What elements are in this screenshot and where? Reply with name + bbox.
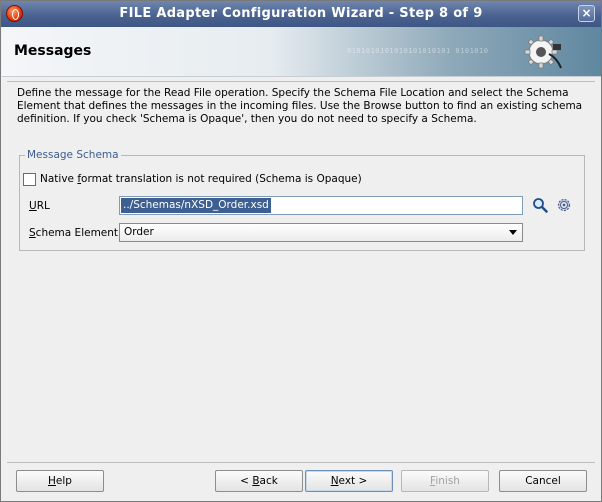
help-button[interactable]: Help [16, 470, 104, 492]
schema-element-select[interactable]: Order [119, 223, 523, 242]
back-button[interactable]: < Back [215, 470, 303, 492]
title-bar[interactable]: FILE Adapter Configuration Wizard - Step… [1, 1, 601, 27]
gear-plug-icon [524, 35, 562, 69]
close-button[interactable]: × [578, 5, 595, 22]
page-banner: Messages 0101010101010101010101 0101010 [2, 27, 601, 77]
search-icon[interactable] [532, 197, 548, 213]
message-schema-legend: Message Schema [25, 149, 121, 161]
settings-icon[interactable] [556, 197, 572, 213]
schema-element-label: Schema Element [29, 227, 119, 239]
page-heading: Messages [14, 43, 92, 59]
header-divider [7, 81, 595, 82]
schema-element-value: Order [124, 226, 154, 238]
instructions-text: Define the message for the Read File ope… [17, 87, 583, 125]
url-input[interactable]: ../Schemas/nXSD_Order.xsd [119, 196, 523, 215]
finish-button[interactable]: Finish [401, 470, 489, 492]
footer-divider [7, 462, 595, 463]
schema-opaque-checkbox[interactable] [23, 173, 36, 186]
url-label: URL [29, 200, 50, 212]
url-value: ../Schemas/nXSD_Order.xsd [121, 198, 271, 213]
schema-opaque-label[interactable]: Native format translation is not require… [40, 173, 362, 185]
next-button[interactable]: Next > [305, 470, 393, 492]
window-title: FILE Adapter Configuration Wizard - Step… [119, 6, 483, 21]
chevron-down-icon [509, 230, 517, 235]
wizard-window: FILE Adapter Configuration Wizard - Step… [0, 0, 602, 502]
banner-binary-decoration: 0101010101010101010101 0101010 [347, 47, 489, 55]
cancel-button[interactable]: Cancel [499, 470, 587, 492]
